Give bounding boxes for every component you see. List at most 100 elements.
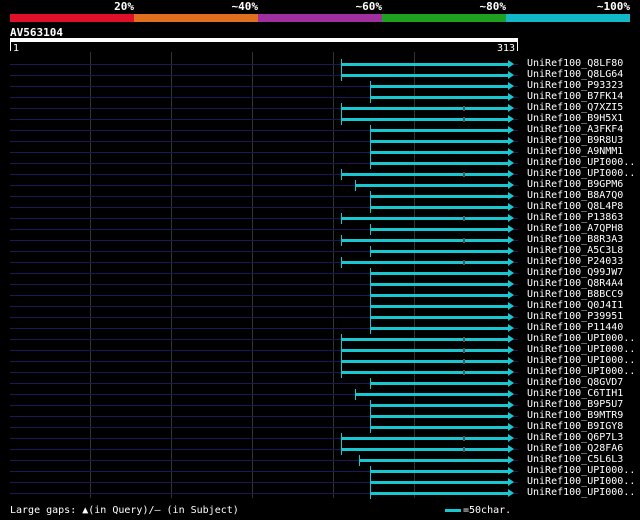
legend-label-100: ~100% xyxy=(596,0,630,13)
hit-end-arrow-icon xyxy=(508,71,514,79)
hit-alignment-bar xyxy=(370,382,510,385)
hit-alignment-bar xyxy=(370,85,510,88)
hit-start-cap xyxy=(370,488,371,499)
hit-start-cap xyxy=(370,92,371,103)
hit-start-cap xyxy=(341,345,342,356)
subject-gap-mark xyxy=(463,436,465,441)
hit-unaligned-line xyxy=(10,383,518,384)
hit-unaligned-line xyxy=(10,405,518,406)
hit-end-arrow-icon xyxy=(508,170,514,178)
hit-unaligned-line xyxy=(10,218,518,219)
hit-alignment-bar xyxy=(355,184,510,187)
hit-start-cap xyxy=(359,455,360,466)
hit-alignment-bar xyxy=(341,360,510,363)
query-ruler xyxy=(10,38,518,42)
hit-alignment-bar xyxy=(341,338,510,341)
hit-unaligned-line xyxy=(10,207,518,208)
hit-alignment-bar xyxy=(341,349,510,352)
hit-unaligned-line xyxy=(10,86,518,87)
hit-start-cap xyxy=(341,114,342,125)
hit-unaligned-line xyxy=(10,119,518,120)
scale-bar xyxy=(445,508,461,512)
hit-end-arrow-icon xyxy=(508,445,514,453)
hit-alignment-bar xyxy=(370,294,510,297)
hit-unaligned-line xyxy=(10,262,518,263)
ruler-end-label: 313 xyxy=(497,43,516,54)
hit-unaligned-line xyxy=(10,317,518,318)
hit-start-cap xyxy=(341,213,342,224)
hit-unaligned-line xyxy=(10,130,518,131)
hit-start-cap xyxy=(370,323,371,334)
gap-legend: Large gaps: ▲(in Query)/— (in Subject) xyxy=(10,505,239,516)
hit-end-arrow-icon xyxy=(508,412,514,420)
hit-unaligned-line xyxy=(10,394,518,395)
subject-gap-mark xyxy=(463,117,465,122)
legend-label-80: ~80% xyxy=(479,0,507,13)
subject-gap-mark xyxy=(463,370,465,375)
hit-end-arrow-icon xyxy=(508,236,514,244)
hit-end-arrow-icon xyxy=(508,357,514,365)
hit-start-cap xyxy=(370,224,371,235)
hit-end-arrow-icon xyxy=(508,258,514,266)
hit-name-link[interactable]: UniRef100_UPI000.. xyxy=(527,487,635,499)
hit-end-arrow-icon xyxy=(508,489,514,497)
hit-start-cap xyxy=(370,246,371,257)
hit-end-arrow-icon xyxy=(508,203,514,211)
hit-end-arrow-icon xyxy=(508,346,514,354)
hit-list: UniRef100_Q8LF80 UniRef100_Q8LG64 UniRef10… xyxy=(0,0,640,520)
hit-end-arrow-icon xyxy=(508,159,514,167)
hit-end-arrow-icon xyxy=(508,148,514,156)
hit-start-cap xyxy=(341,444,342,455)
hit-end-arrow-icon xyxy=(508,379,514,387)
hit-unaligned-line xyxy=(10,273,518,274)
hit-start-cap xyxy=(341,70,342,81)
hit-alignment-bar xyxy=(370,283,510,286)
hit-alignment-bar xyxy=(370,426,510,429)
hit-end-arrow-icon xyxy=(508,192,514,200)
hit-end-arrow-icon xyxy=(508,225,514,233)
gridline xyxy=(414,52,415,498)
hit-end-arrow-icon xyxy=(508,456,514,464)
hit-alignment-bar xyxy=(370,162,510,165)
hit-alignment-bar xyxy=(370,305,510,308)
legend-label-60: ~60% xyxy=(355,0,383,13)
hit-start-cap xyxy=(370,147,371,158)
ruler-start-label: 1 xyxy=(13,43,20,54)
hit-end-arrow-icon xyxy=(508,478,514,486)
hit-start-cap xyxy=(370,268,371,279)
legend-segment-2 xyxy=(134,14,258,22)
hit-start-cap xyxy=(370,312,371,323)
hit-start-cap xyxy=(370,202,371,213)
hit-start-cap xyxy=(370,136,371,147)
hit-start-cap xyxy=(341,103,342,114)
legend-label-40: ~40% xyxy=(231,0,259,13)
hit-start-cap xyxy=(370,378,371,389)
hit-alignment-bar xyxy=(355,393,510,396)
hit-start-cap xyxy=(370,279,371,290)
hit-start-cap xyxy=(370,477,371,488)
identity-legend-labels: 20% ~40% ~60% ~80% ~100% xyxy=(10,0,630,14)
hit-start-cap xyxy=(370,400,371,411)
hit-end-arrow-icon xyxy=(508,280,514,288)
subject-gap-mark xyxy=(463,260,465,265)
hit-end-arrow-icon xyxy=(508,247,514,255)
hit-unaligned-line xyxy=(10,152,518,153)
hit-unaligned-line xyxy=(10,339,518,340)
hit-start-cap xyxy=(370,411,371,422)
identity-color-legend xyxy=(10,14,630,22)
legend-segment-5 xyxy=(506,14,630,22)
hit-alignment-bar xyxy=(359,459,510,462)
hit-row: UniRef100_UPI000.. xyxy=(0,487,640,499)
subject-gap-mark xyxy=(463,238,465,243)
hit-alignment-bar xyxy=(370,272,510,275)
hit-unaligned-line xyxy=(10,328,518,329)
hit-unaligned-line xyxy=(10,163,518,164)
hit-unaligned-line xyxy=(10,460,518,461)
hit-unaligned-line xyxy=(10,284,518,285)
hit-alignment-bar xyxy=(341,239,510,242)
hit-unaligned-line xyxy=(10,295,518,296)
legend-segment-1 xyxy=(10,14,134,22)
legend-label-20: 20% xyxy=(114,0,134,13)
subject-gap-mark xyxy=(463,106,465,111)
hit-unaligned-line xyxy=(10,372,518,373)
